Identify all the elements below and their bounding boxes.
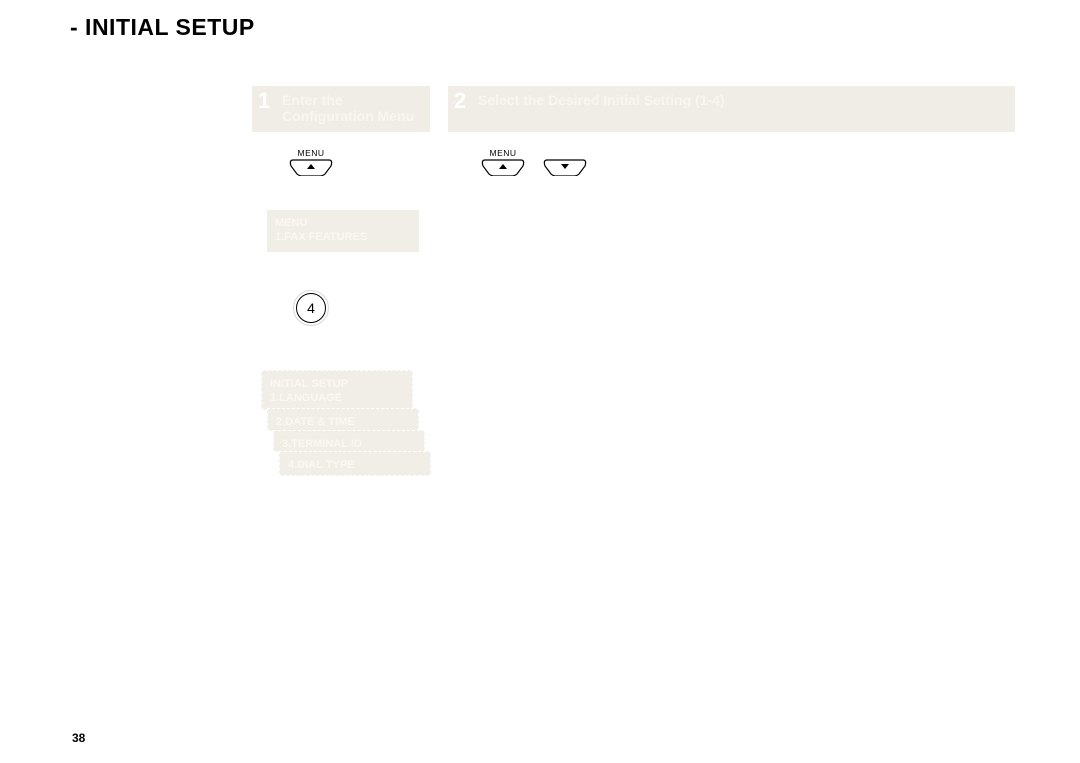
lcd-line: MENU: [275, 216, 411, 230]
menu-label: MENU: [481, 148, 525, 158]
step-2-header: 2 Select the Desired Initial Setting (1-…: [448, 86, 1015, 132]
keycap-up-icon: [481, 158, 525, 176]
menu-label: MENU: [289, 148, 333, 158]
lcd-line: INITIAL SETUP: [270, 377, 404, 391]
menu-up-button-2: MENU: [481, 148, 525, 176]
step-1-header: 1 Enter the Configuration Menu: [252, 86, 430, 132]
menu-up-button-1: MENU: [289, 148, 333, 176]
keycap-down-icon: [543, 158, 587, 176]
lcd-initial-setup: INITIAL SETUP 1.LANGUAGE: [261, 370, 413, 410]
step-1-line2: Configuration Menu: [282, 108, 422, 124]
lcd-line: 4.DIAL TYPE: [288, 458, 422, 472]
step-2-number: 2: [454, 88, 466, 114]
menu-down-button: [543, 148, 587, 176]
lcd-line: 1.FAX FEATURES: [275, 230, 411, 244]
numeric-key-4: 4: [296, 293, 326, 323]
lcd-line: 2.DATE & TIME: [276, 415, 410, 429]
lcd-menu: MENU 1.FAX FEATURES: [267, 210, 419, 252]
lcd-dial-type: 4.DIAL TYPE: [279, 451, 431, 476]
step-1-number: 1: [258, 88, 270, 114]
lcd-date-time: 2.DATE & TIME: [267, 408, 419, 431]
keycap-up-icon: [289, 158, 333, 176]
lcd-line: 1.LANGUAGE: [270, 391, 404, 405]
step-2-line1: Select the Desired Initial Setting (1-4): [478, 92, 1007, 108]
page-number: 38: [72, 731, 85, 745]
lcd-terminal-id: 3.TERMINAL ID: [273, 430, 425, 452]
lcd-line: 3.TERMINAL ID: [282, 437, 416, 451]
step-1-line1: Enter the: [282, 92, 422, 108]
page-title: - INITIAL SETUP: [70, 14, 255, 41]
